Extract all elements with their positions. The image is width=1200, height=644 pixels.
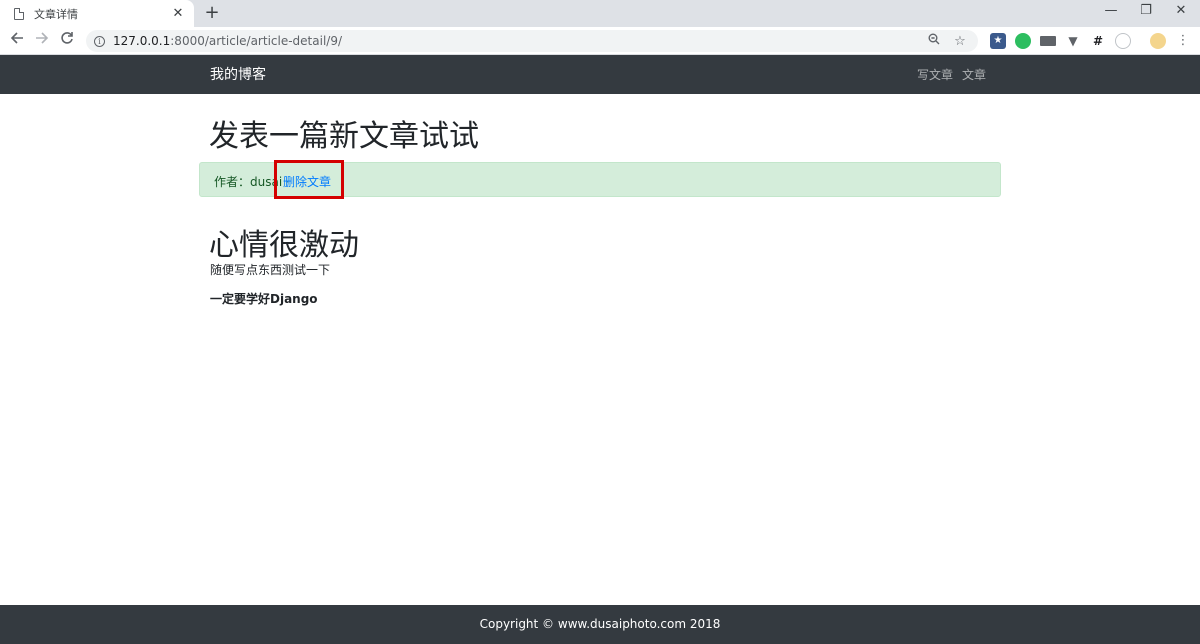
avatar[interactable]	[1150, 33, 1166, 49]
pinyin-extension-icon[interactable]: #	[1090, 33, 1106, 49]
article-body-strong: 一定要学好Django	[210, 292, 318, 306]
tab-close-icon[interactable]: ✕	[170, 6, 186, 22]
shield-extension-icon[interactable]	[1115, 33, 1131, 49]
info-icon[interactable]: i	[94, 35, 105, 47]
browser-toolbar: i 127.0.0.1:8000/article/article-detail/…	[0, 27, 1200, 55]
article-meta-alert: 作者：dusai · 删除文章	[199, 160, 1001, 199]
star-icon[interactable]: ☆	[950, 34, 970, 49]
highlight-box	[274, 160, 344, 199]
zoom-icon[interactable]	[924, 33, 944, 49]
vue-extension-icon[interactable]: ▼	[1065, 33, 1081, 49]
article-body-text: 随便写点东西测试一下	[210, 263, 331, 277]
menu-icon[interactable]: ⋮	[1175, 33, 1191, 49]
reload-icon[interactable]	[57, 31, 77, 51]
nav-link-articles[interactable]: 文章	[962, 66, 986, 83]
new-tab-button[interactable]: +	[202, 3, 222, 23]
restore-button[interactable]: ❐	[1127, 0, 1165, 24]
minimize-button[interactable]: —	[1092, 0, 1130, 24]
address-bar[interactable]: i 127.0.0.1:8000/article/article-detail/…	[86, 30, 978, 52]
url-text: 127.0.0.1:8000/article/article-detail/9/	[113, 34, 342, 48]
mail-extension-icon[interactable]	[1040, 36, 1056, 46]
evernote-extension-icon[interactable]	[1015, 33, 1031, 49]
browser-tab-strip: 文章详情 ✕ + — ❐ ✕	[0, 0, 1200, 27]
document-icon	[14, 7, 24, 20]
site-brand[interactable]: 我的博客	[210, 64, 266, 84]
copyright-text: Copyright © www.dusaiphoto.com 2018	[479, 617, 721, 631]
browser-tab[interactable]: 文章详情 ✕	[0, 0, 194, 27]
forward-icon[interactable]	[32, 31, 52, 51]
nav-link-write[interactable]: 写文章	[917, 66, 953, 83]
article-body-heading: 心情很激动	[209, 228, 359, 263]
bookmark-extension-icon[interactable]: ★	[990, 33, 1006, 49]
site-navbar: 我的博客 写文章 文章	[0, 55, 1200, 94]
site-footer: Copyright © www.dusaiphoto.com 2018	[0, 605, 1200, 644]
back-icon[interactable]	[7, 31, 27, 51]
close-window-button[interactable]: ✕	[1162, 0, 1200, 24]
tab-title: 文章详情	[34, 7, 78, 21]
article-title: 发表一篇新文章试试	[209, 119, 479, 154]
